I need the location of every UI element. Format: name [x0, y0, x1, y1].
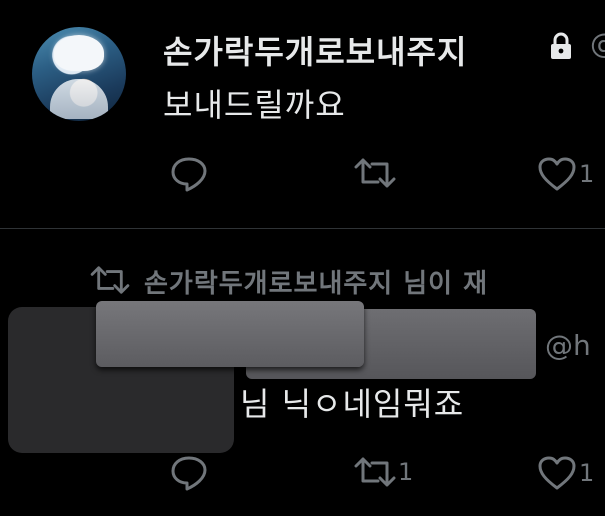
tweet-text: 님 닉ㅇ네임뭐죠 — [240, 385, 465, 423]
display-name[interactable]: 손가락두개로보내주지 — [163, 27, 467, 73]
handle[interactable]: @ — [590, 27, 605, 60]
tweet-text: 보내드릴까요 — [163, 86, 346, 124]
retweet-count: 1 — [398, 458, 414, 486]
retweet-icon — [354, 455, 396, 489]
reply-button[interactable] — [170, 156, 210, 192]
retweet-icon — [90, 264, 130, 300]
reply-button[interactable] — [170, 455, 210, 491]
tweet-actions: 1 — [0, 156, 605, 196]
retweet-context-label: 손가락두개로보내주지 님이 재 — [144, 269, 489, 299]
retweet-context[interactable]: 손가락두개로보내주지 님이 재 — [90, 263, 488, 300]
heart-icon — [537, 156, 577, 192]
retweet-button[interactable]: 1 — [354, 455, 413, 489]
like-count: 1 — [579, 459, 595, 487]
lock-icon — [548, 32, 574, 64]
like-count: 1 — [579, 160, 595, 188]
retweet-button[interactable] — [354, 156, 398, 190]
like-button[interactable]: 1 — [537, 455, 594, 491]
avatar[interactable] — [32, 27, 126, 121]
reply-icon — [170, 156, 208, 192]
redacted-name-block — [96, 301, 364, 367]
tweet[interactable]: 손가락두개로보내주지 님이 재 @h 님 닉ㅇ네임뭐죠 1 1 — [0, 228, 605, 516]
like-button[interactable]: 1 — [537, 156, 594, 192]
heart-icon — [537, 455, 577, 491]
tweet-actions: 1 1 — [0, 455, 605, 495]
retweet-icon — [354, 156, 396, 190]
reply-icon — [170, 455, 208, 491]
tweet[interactable]: 손가락두개로보내주지 @ 보내드릴까요 — [0, 0, 605, 228]
handle[interactable]: @h — [545, 329, 591, 362]
